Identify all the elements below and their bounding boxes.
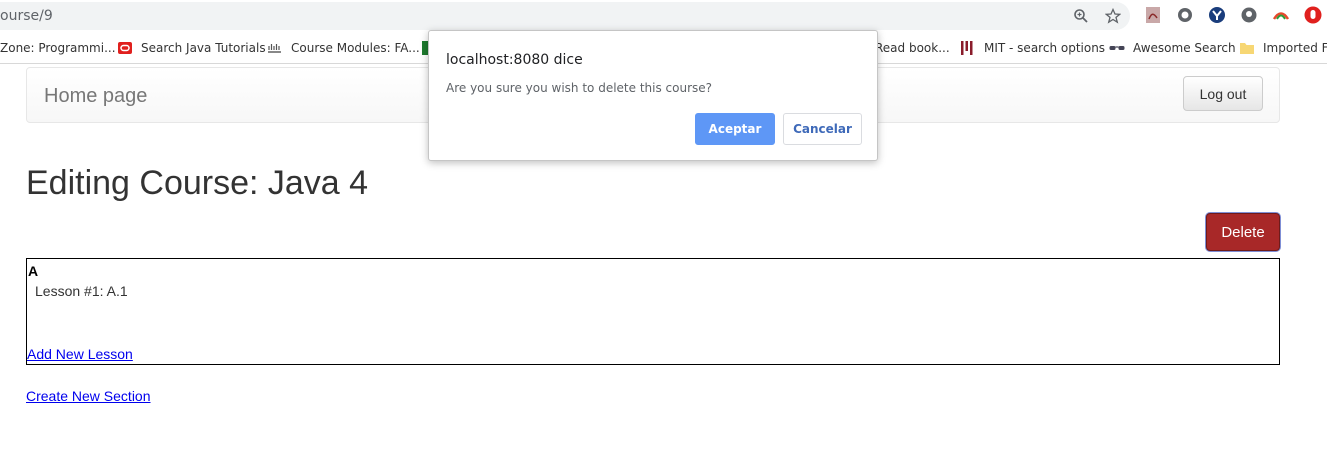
shield-extension-icon[interactable] [1240,6,1258,24]
page-title: Editing Course: Java 4 [26,164,369,202]
y-extension-icon[interactable] [1208,6,1226,24]
bookmark-course-modules[interactable]: Course Modules: FA... [267,40,420,56]
bookmark-mit[interactable]: MIT - search options [960,40,1105,56]
delete-course-button[interactable]: Delete [1206,213,1280,251]
section-title: A [28,263,39,279]
dialog-message: Are you sure you wish to delete this cou… [446,81,713,95]
accept-button[interactable]: Aceptar [695,113,775,145]
arc-extension-icon[interactable] [1272,6,1290,24]
bookmark-label: Awesome Search [1133,41,1236,55]
section-card: A Lesson #1: A.1 Add New Lesson [26,258,1280,365]
lesson-item: Lesson #1: A.1 [35,283,128,299]
bookmark-imported[interactable]: Imported Fr [1239,40,1327,56]
oracle-icon [117,40,133,56]
create-new-section-link[interactable]: Create New Section [26,388,151,404]
browser-toolbar: ourse/9 [0,0,1327,32]
bookmark-label: Zone: Programmi... [0,41,116,55]
add-new-lesson-link[interactable]: Add New Lesson [27,346,133,362]
bookmark-read-book[interactable]: Read book... [875,40,950,56]
bookmark-label: Imported Fr [1263,41,1327,55]
cisco-icon [267,40,283,56]
mit-icon [960,40,976,56]
logout-button[interactable]: Log out [1183,76,1263,111]
glasses-icon [1109,40,1125,56]
star-icon[interactable] [1105,8,1121,24]
bookmark-label: Search Java Tutorials [141,41,266,55]
address-url[interactable]: ourse/9 [0,8,53,24]
bookmark-label: Course Modules: FA... [291,41,420,55]
bookmark-search-java[interactable]: Search Java Tutorials [117,40,266,56]
address-bar[interactable]: ourse/9 [0,2,1130,30]
bookmark-dzone[interactable]: Zone: Programmi... [0,40,116,56]
adblock-extension-icon[interactable] [1304,6,1322,24]
folder-icon [1239,40,1255,56]
cancel-button[interactable]: Cancelar [783,113,862,145]
bookmark-awesome-search[interactable]: Awesome Search [1109,40,1236,56]
pdf-extension-icon[interactable] [1144,6,1162,24]
bookmark-label: Read book... [875,41,950,55]
zoom-icon[interactable] [1073,8,1089,24]
home-page-link[interactable]: Home page [44,85,147,108]
confirm-dialog: localhost:8080 dice Are you sure you wis… [428,30,878,161]
dialog-origin: localhost:8080 dice [446,52,583,68]
bookmark-label: MIT - search options [984,41,1106,55]
circle-extension-icon[interactable] [1176,6,1194,24]
